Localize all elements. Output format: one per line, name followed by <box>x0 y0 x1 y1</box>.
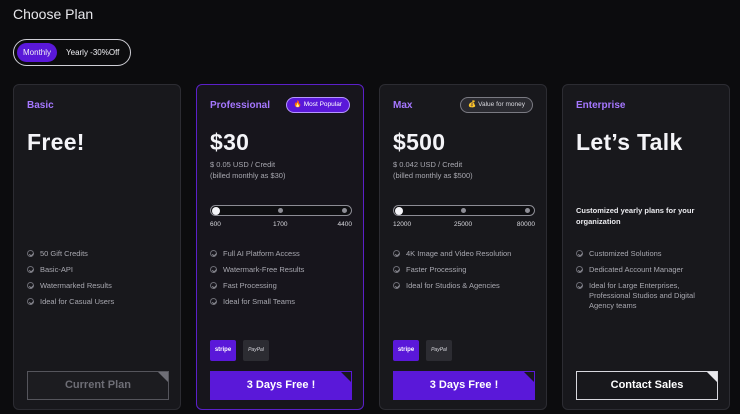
credits-slider[interactable] <box>210 205 352 216</box>
slider-stop[interactable] <box>461 208 466 213</box>
check-icon <box>393 250 400 257</box>
feature-item: Watermarked Results <box>27 281 172 291</box>
billing-toggle[interactable]: Monthly Yearly -30%Off <box>13 39 131 66</box>
check-icon <box>210 266 217 273</box>
paypal-logo: PayPal <box>243 340 269 361</box>
feature-item: Ideal for Casual Users <box>27 297 172 307</box>
feature-list: Full AI Platform Access Watermark-Free R… <box>210 249 355 313</box>
check-icon <box>210 298 217 305</box>
plan-price: Free! <box>27 129 85 155</box>
tick-label: 80000 <box>516 221 535 228</box>
check-icon <box>27 266 34 273</box>
feature-list: 4K Image and Video Resolution Faster Pro… <box>393 249 538 297</box>
feature-item: Fast Processing <box>210 281 355 291</box>
slider-handle[interactable] <box>395 207 403 215</box>
plan-name: Professional <box>210 100 271 111</box>
price-details: $ 0.042 USD / Credit (billed monthly as … <box>393 160 473 180</box>
plan-name: Enterprise <box>576 100 626 111</box>
plan-card-basic: Basic Free! 50 Gift Credits Basic-API Wa… <box>13 84 181 410</box>
page-title: Choose Plan <box>13 6 94 22</box>
stripe-logo: stripe <box>393 340 419 361</box>
check-icon <box>393 266 400 273</box>
feature-item: Basic-API <box>27 265 172 275</box>
contact-sales-button[interactable]: Contact Sales <box>576 371 718 400</box>
feature-item: Customized Solutions <box>576 249 721 259</box>
paypal-logo: PayPal <box>426 340 452 361</box>
slider-stop[interactable] <box>342 208 347 213</box>
plan-price: Let’s Talk <box>576 129 683 155</box>
free-trial-button[interactable]: 3 Days Free ! <box>393 371 535 400</box>
free-trial-button[interactable]: 3 Days Free ! <box>210 371 352 400</box>
plan-card-professional: Professional 🔥 Most Popular $30 $ 0.05 U… <box>196 84 364 410</box>
feature-list: Customized Solutions Dedicated Account M… <box>576 249 721 317</box>
feature-item: Ideal for Small Teams <box>210 297 355 307</box>
yearly-option[interactable]: Yearly -30%Off <box>60 43 125 62</box>
feature-item: Watermark-Free Results <box>210 265 355 275</box>
slider-stop[interactable] <box>525 208 530 213</box>
feature-item: Dedicated Account Manager <box>576 265 721 275</box>
feature-item: Ideal for Large Enterprises, Professiona… <box>576 281 721 311</box>
check-icon <box>393 282 400 289</box>
feature-item: Full AI Platform Access <box>210 249 355 259</box>
feature-list: 50 Gift Credits Basic-API Watermarked Re… <box>27 249 172 313</box>
plan-name: Max <box>393 100 413 111</box>
tick-label: 600 <box>210 221 221 228</box>
plan-price: $500 <box>393 129 446 155</box>
check-icon <box>576 250 583 257</box>
plan-card-max: Max 💰 Value for money $500 $ 0.042 USD /… <box>379 84 547 410</box>
feature-item: 50 Gift Credits <box>27 249 172 259</box>
plan-price: $30 <box>210 129 250 155</box>
check-icon <box>576 266 583 273</box>
plan-description: Customized yearly plans for your organiz… <box>576 206 695 226</box>
value-badge: 💰 Value for money <box>460 97 533 113</box>
current-plan-button[interactable]: Current Plan <box>27 371 169 400</box>
feature-item: Ideal for Studios & Agencies <box>393 281 538 291</box>
feature-item: 4K Image and Video Resolution <box>393 249 538 259</box>
price-details: $ 0.05 USD / Credit (billed monthly as $… <box>210 160 286 180</box>
plan-name: Basic <box>27 100 54 111</box>
credits-slider[interactable] <box>393 205 535 216</box>
check-icon <box>576 282 583 289</box>
check-icon <box>27 250 34 257</box>
check-icon <box>27 282 34 289</box>
feature-item: Faster Processing <box>393 265 538 275</box>
monthly-option[interactable]: Monthly <box>17 43 58 62</box>
slider-handle[interactable] <box>212 207 220 215</box>
most-popular-badge: 🔥 Most Popular <box>285 97 350 113</box>
tick-label: 4400 <box>337 221 352 228</box>
check-icon <box>210 250 217 257</box>
plan-card-enterprise: Enterprise Let’s Talk Customized yearly … <box>562 84 730 410</box>
slider-stop[interactable] <box>278 208 283 213</box>
tick-label: 1700 <box>273 221 288 228</box>
tick-label: 25000 <box>454 221 473 228</box>
check-icon <box>210 282 217 289</box>
stripe-logo: stripe <box>210 340 236 361</box>
tick-label: 12000 <box>393 221 412 228</box>
check-icon <box>27 298 34 305</box>
